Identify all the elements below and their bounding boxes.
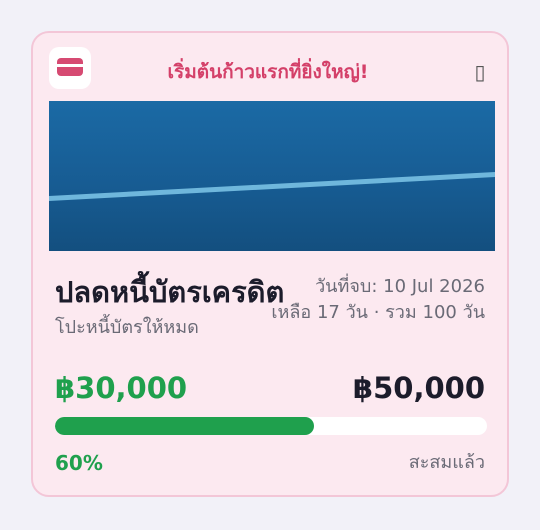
saved-amount: ฿30,000 [55, 371, 188, 405]
bookmark-icon[interactable]: ▯ [470, 59, 490, 85]
progress-bar [55, 417, 487, 435]
goal-title: ปลดหนี้บัตรเครดิต [55, 275, 285, 309]
goal-card[interactable]: เริ่มต้นก้าวแรกที่ยิ่งใหญ่! ▯ ปลดหนี้บัต… [31, 31, 509, 497]
target-amount: ฿50,000 [352, 371, 485, 405]
progress-percent: 60% [55, 451, 103, 475]
goal-end-date: วันที่จบ: 10 Jul 2026 [315, 276, 485, 297]
goal-banner-image [49, 101, 495, 251]
progress-bar-fill [55, 417, 315, 435]
progress-caption: สะสมแล้ว [408, 452, 485, 473]
goal-tagline: เริ่มต้นก้าวแรกที่ยิ่งใหญ่! [167, 61, 369, 83]
goal-subtitle: โปะหนี้บัตรให้หมด [55, 317, 199, 338]
credit-card-icon [49, 47, 91, 89]
goal-remaining-days: เหลือ 17 วัน · รวม 100 วัน [271, 302, 485, 323]
